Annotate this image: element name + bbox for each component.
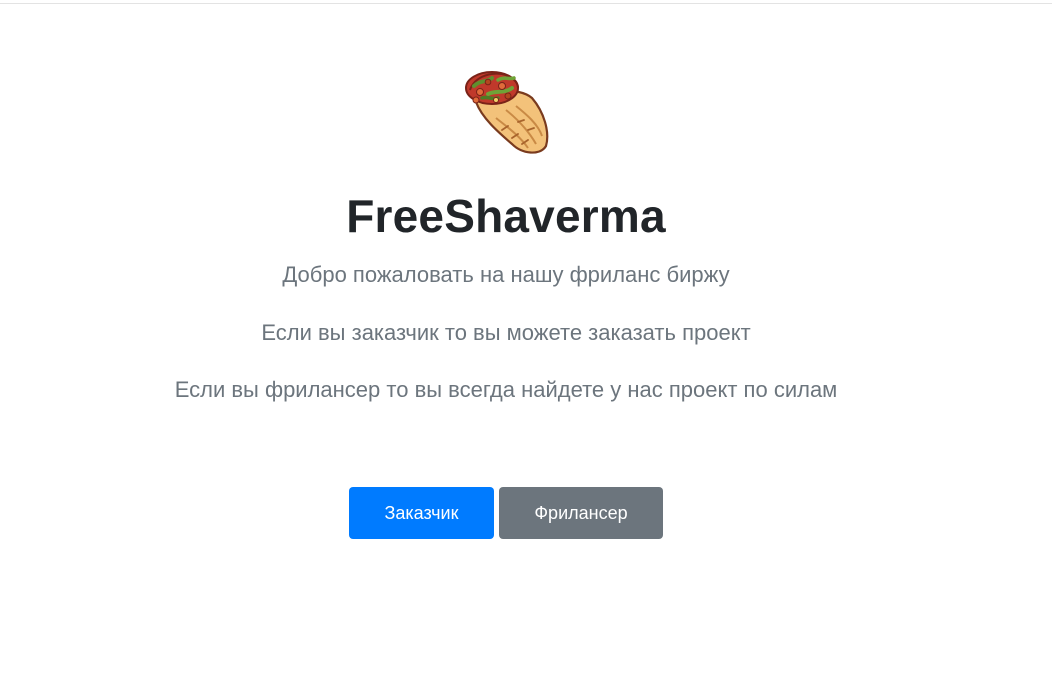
shawarma-icon <box>465 71 549 154</box>
freelancer-info-text: Если вы фрилансер то вы всегда найдете у… <box>174 377 838 402</box>
hero-section: FreeShaverma Добро пожаловать на нашу фр… <box>0 0 1052 678</box>
customer-button[interactable]: Заказчик <box>349 487 494 539</box>
page-title: FreeShaverma <box>346 190 666 242</box>
freelancer-button[interactable]: Фрилансер <box>499 487 663 539</box>
welcome-text: Добро пожаловать на нашу фриланс биржу <box>282 262 730 287</box>
customer-info-text: Если вы заказчик то вы можете заказать п… <box>261 320 751 345</box>
